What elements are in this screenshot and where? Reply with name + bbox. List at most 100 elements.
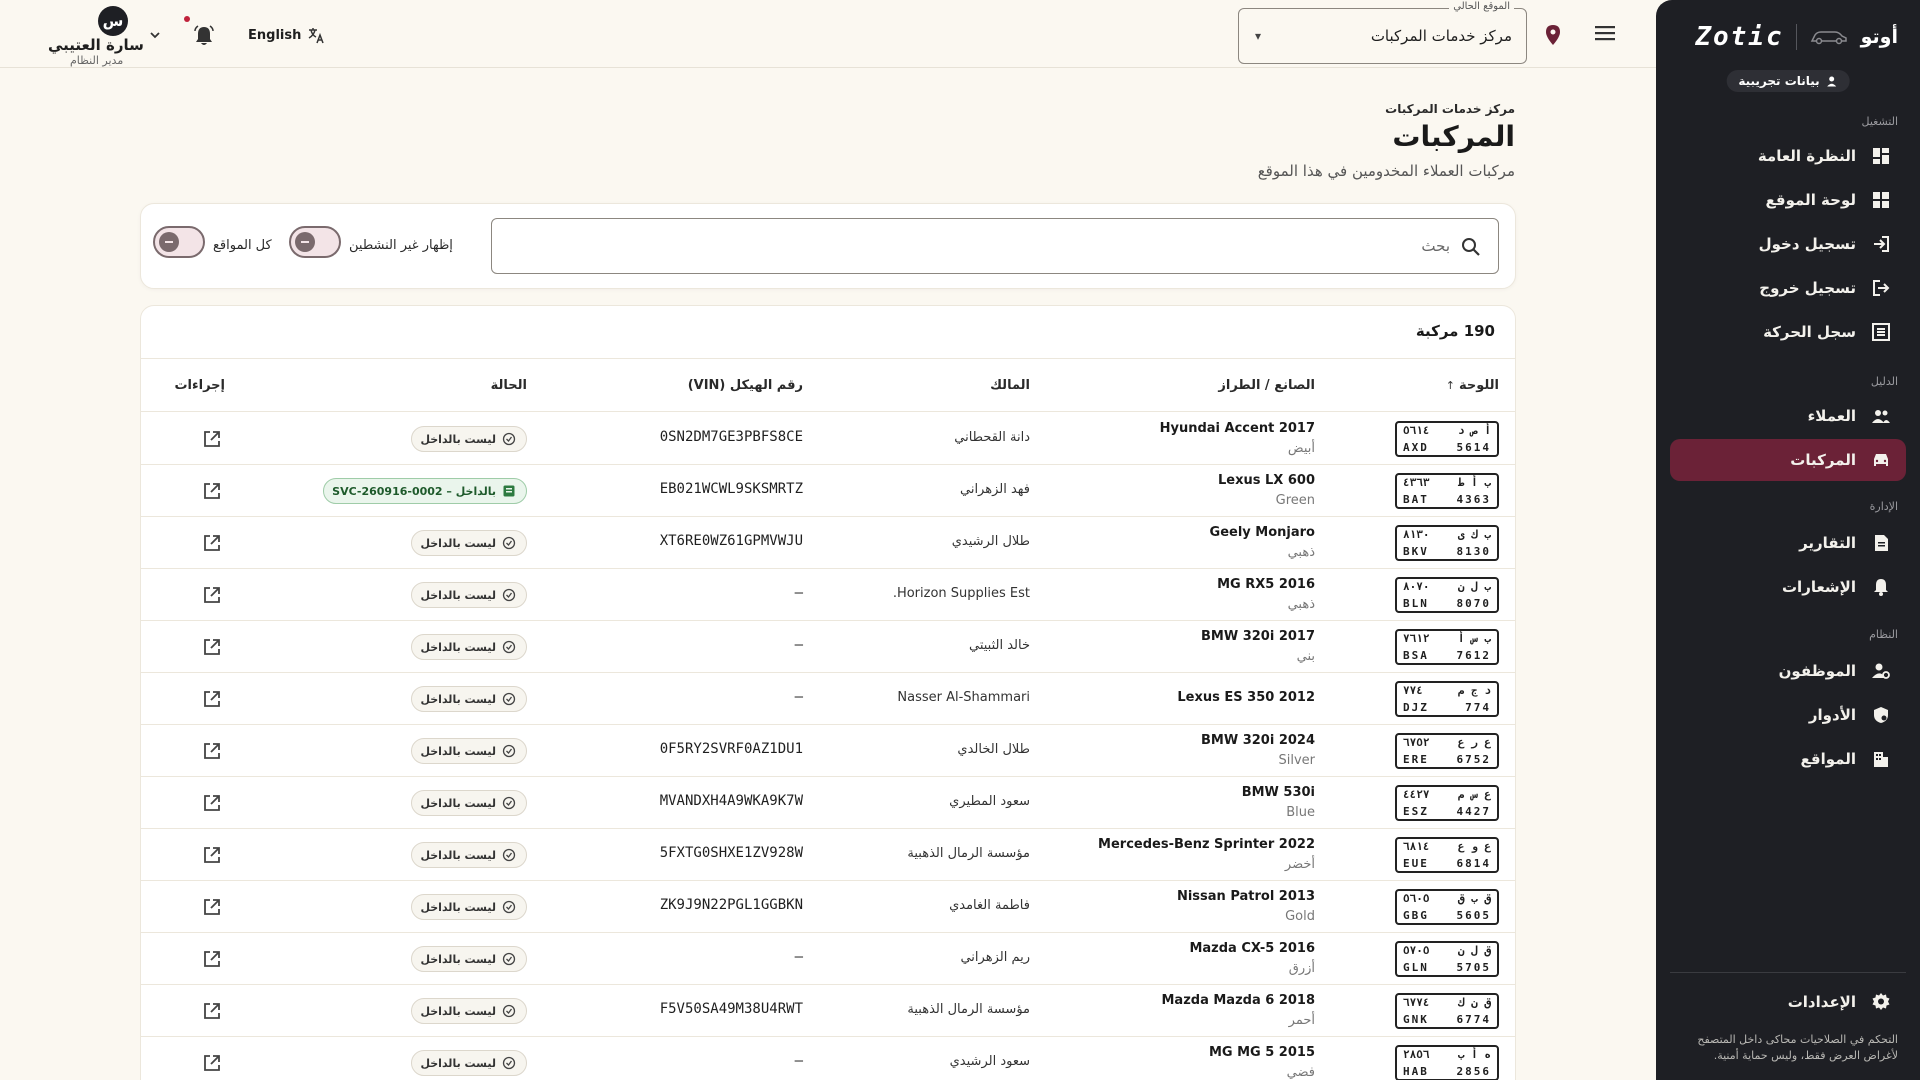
notification-bell-icon[interactable] [192,24,216,48]
section-system: النظام [1869,628,1898,641]
open-external-icon[interactable] [201,948,223,970]
vehicle-owner[interactable]: خالد الثبيتي [969,638,1030,653]
column-make-model[interactable]: الصانع / الطراز [1218,378,1315,393]
sidebar-item-check-out[interactable]: تسجيل خروج [1670,267,1906,309]
notification-dot [184,16,190,22]
sidebar-item-label: الموظفون [1778,662,1856,680]
open-external-icon[interactable] [201,740,223,762]
status-badge: ليست بالداخل [411,686,527,712]
vehicle-owner[interactable]: مؤسسة الرمال الذهبية [907,846,1030,861]
vehicle-vin: F5V50SA49M38U4RWT [659,1001,803,1017]
hamburger-menu-icon[interactable] [1592,22,1618,44]
status-badge: ليست بالداخل [411,998,527,1024]
show-inactive-toggle[interactable] [289,226,341,258]
plate-arabic: ٥٦١٤ أ ص د [1403,424,1491,437]
vehicle-model: MG MG 5 2015 [1208,1045,1315,1060]
all-locations-toggle[interactable] [153,226,205,258]
plate-latin: HAB 2856 [1403,1065,1491,1078]
vehicle-color: أبيض [1287,441,1315,456]
table-row[interactable]: ٤٣٦٣ ب أ ط BAT 4363 Lexus LX 600 Green فهد الز… [141,465,1515,517]
sidebar-item-customers[interactable]: العملاء [1670,395,1906,437]
table-row[interactable]: ٤٤٢٧ ع س م ESZ 4427 BMW 530i Blue سعود المطيري… [141,777,1515,829]
table-row[interactable]: ٥٦٠٥ ق ب ق GBG 5605 Nissan Patrol 2013 Gold فا… [141,881,1515,933]
vehicle-owner[interactable]: فهد الزهراني [960,482,1030,497]
sidebar-item-notifications[interactable]: الإشعارات [1670,566,1906,608]
table-row[interactable]: ٦٨١٤ ع و ع EUE 6814 Mercedes-Benz Sprinter 2… [141,829,1515,881]
location-select-label: الموقع الحالي [1449,1,1514,12]
table-row[interactable]: ٨٠٧٠ ب ل ن BLN 8070 MG RX5 2016 ذهبي Horizon S… [141,569,1515,621]
column-vin[interactable]: رقم الهيكل (VIN) [688,378,803,393]
sidebar-item-overview[interactable]: النظرة العامة [1670,135,1906,177]
vehicle-owner[interactable]: فاطمة الغامدي [949,898,1030,913]
plate-latin: EUE 6814 [1403,857,1491,870]
open-external-icon[interactable] [201,584,223,606]
open-external-icon[interactable] [201,688,223,710]
sidebar-item-site-board[interactable]: لوحة الموقع [1670,179,1906,221]
vehicle-owner[interactable]: Horizon Supplies Est. [893,586,1030,601]
plate-arabic-number: ٤٤٢٧ [1403,788,1430,801]
building-icon [1870,748,1892,770]
toggle-knob [159,232,179,252]
open-external-icon[interactable] [201,844,223,866]
chevron-down-icon[interactable] [148,28,162,42]
table-row[interactable]: ٦٧٧٤ ق ن ك GNK 6774 Mazda Mazda 6 2018 أحمر مؤ… [141,985,1515,1037]
search-input[interactable] [550,219,1450,273]
sidebar-item-check-in[interactable]: تسجيل دخول [1670,223,1906,265]
sidebar-item-staff[interactable]: الموظفون [1670,650,1906,692]
vehicle-owner[interactable]: سعود الرشيدي [950,1054,1030,1069]
brand[interactable]: أوتو Zotic [1678,22,1898,52]
plate-latin: BKV 8130 [1403,545,1491,558]
sidebar-item-settings[interactable]: الإعدادات [1670,981,1906,1023]
vehicle-vin: — [794,585,803,601]
table-row[interactable]: ٨١٣٠ ب ك ى BKV 8130 Geely Monjaro ذهبي طلال ال… [141,517,1515,569]
plate-latin-letters: ESZ [1403,805,1429,818]
vehicle-vin: 0SN2DM7GE3PBFS8CE [659,429,803,445]
sidebar-item-activity-log[interactable]: سجل الحركة [1670,311,1906,353]
search-field[interactable] [491,218,1499,274]
open-external-icon[interactable] [201,792,223,814]
status-badge: بالداخل – SVC-260916-0002 [323,478,527,504]
open-external-icon[interactable] [201,532,223,554]
table-row[interactable]: ٦٧٥٢ ع ر ع ERE 6752 BMW 320i 2024 Silver طلال … [141,725,1515,777]
open-external-icon[interactable] [201,636,223,658]
column-plate[interactable]: اللوحة [1459,378,1499,393]
open-external-icon[interactable] [201,1052,223,1074]
table-row[interactable]: ٧٦١٢ ب س أ BSA 7612 BMW 320i 2017 بني خالد الث… [141,621,1515,673]
plate-arabic: ٦٧٥٢ ع ر ع [1403,736,1491,749]
table-row[interactable]: ٢٨٥٦ ه أ ب HAB 2856 MG MG 5 2015 فضي سعود الرش… [141,1037,1515,1080]
vehicle-owner[interactable]: مؤسسة الرمال الذهبية [907,1002,1030,1017]
open-external-icon[interactable] [201,1000,223,1022]
vehicle-owner[interactable]: Nasser Al-Shammari [897,690,1030,705]
plate-arabic-number: ٥٦١٤ [1403,424,1430,437]
status-label: ليست بالداخل [420,640,496,654]
open-external-icon[interactable] [201,480,223,502]
plate-arabic-number: ٦٧٧٤ [1403,996,1430,1009]
sort-ascending-icon[interactable]: ↑ [1446,379,1455,392]
sidebar-item-locations[interactable]: المواقع [1670,738,1906,780]
vehicle-owner[interactable]: طلال الخالدي [957,742,1030,757]
vehicle-model: Mazda CX-5 2016 [1189,941,1315,956]
vehicle-color: ذهبي [1287,545,1315,560]
plate-latin: GLN 5705 [1403,961,1491,974]
vehicle-owner[interactable]: دانة القحطاني [954,430,1030,445]
plate-latin-letters: ERE [1403,753,1429,766]
vehicle-owner[interactable]: سعود المطيري [949,794,1030,809]
open-external-icon[interactable] [201,896,223,918]
avatar[interactable]: س [98,6,128,36]
license-plate: ٧٦١٢ ب س أ BSA 7612 [1395,629,1499,665]
language-switch[interactable]: English [248,26,325,44]
sidebar-item-reports[interactable]: التقارير [1670,522,1906,564]
sidebar-item-vehicles[interactable]: المركبات [1670,439,1906,481]
vehicle-model: Lexus ES 350 2012 [1177,690,1315,705]
vehicle-owner[interactable]: ريم الزهراني [960,950,1030,965]
column-status[interactable]: الحالة [491,378,527,393]
column-owner[interactable]: المالك [990,378,1030,393]
table-row[interactable]: ٥٦١٤ أ ص د AXD 5614 Hyundai Accent 2017 أبيض د… [141,413,1515,465]
open-external-icon[interactable] [201,428,223,450]
table-row[interactable]: ٥٧٠٥ ق ل ن GLN 5705 Mazda CX-5 2016 أزرق ريم ا… [141,933,1515,985]
table-row[interactable]: ٧٧٤ د ج م DJZ 774 Lexus ES 350 2012 Nasser Al… [141,673,1515,725]
plate-arabic-letters: ب أ ط [1457,476,1491,489]
sidebar-item-roles[interactable]: الأدوار [1670,694,1906,736]
vehicle-owner[interactable]: طلال الرشيدي [952,534,1030,549]
location-select[interactable]: الموقع الحالي مركز خدمات المركبات ▾ [1238,1,1527,64]
